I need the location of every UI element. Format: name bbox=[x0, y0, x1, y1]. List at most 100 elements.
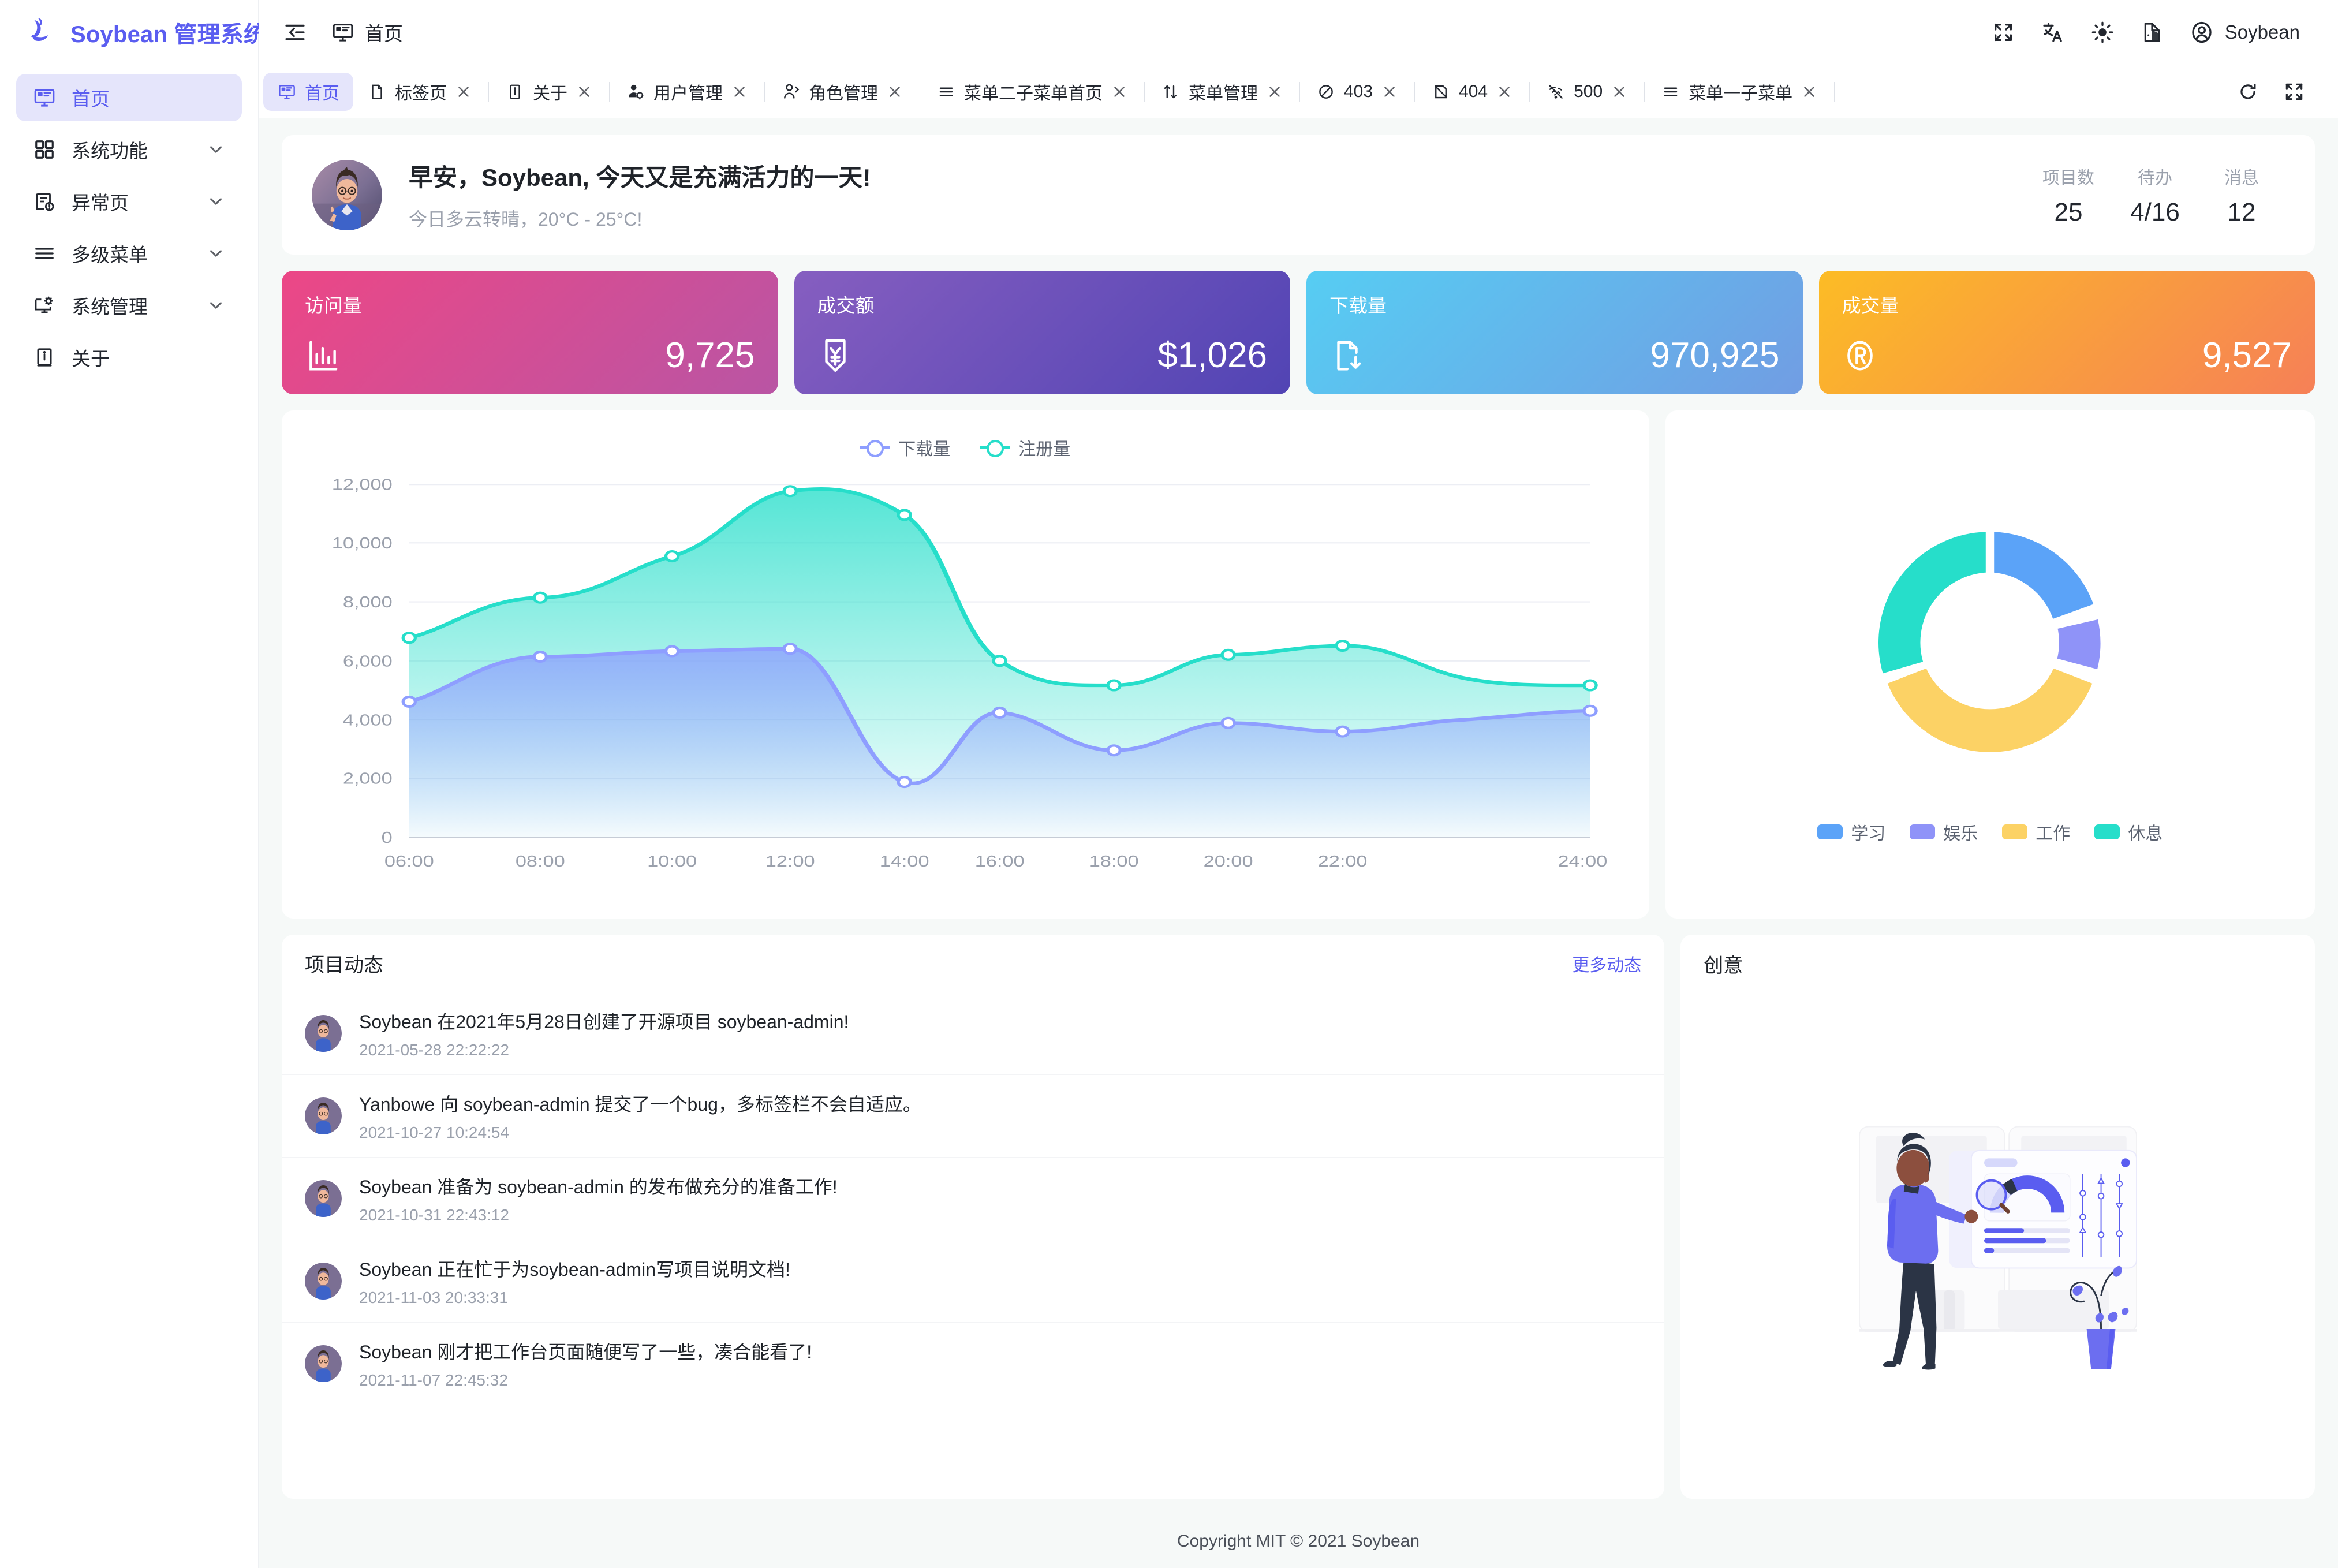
legend-item-entertainment[interactable]: 娱乐 bbox=[1910, 819, 1978, 845]
more-news-link[interactable]: 更多动态 bbox=[1572, 951, 1641, 976]
no-signal-icon bbox=[1546, 82, 1566, 102]
list-item[interactable]: Yanbowe 向 soybean-admin 提交了一个bug，多标签栏不会自… bbox=[282, 1075, 1665, 1158]
close-icon[interactable] bbox=[1611, 83, 1628, 100]
content-area: 早安，Soybean, 今天又是充满活力的一天! 今日多云转晴，20°C - 2… bbox=[259, 118, 2338, 1568]
forbidden-icon bbox=[1316, 82, 1336, 102]
monitor-icon bbox=[277, 82, 297, 102]
close-icon[interactable] bbox=[886, 83, 903, 100]
fullscreen-icon[interactable] bbox=[1982, 12, 2024, 53]
list-item[interactable]: Soybean 刚才把工作台页面随便写了一些，凑合能看了! 2021-11-07… bbox=[282, 1323, 1664, 1405]
project-news-card: 项目动态 更多动态 Soybean 在2021年5月28日创建了开源项目 soy… bbox=[282, 935, 1665, 1499]
sidebar-item-system-management[interactable]: 系统管理 bbox=[16, 282, 242, 329]
stat-todo: 待办 4/16 bbox=[2112, 163, 2198, 227]
stat-value: 12 bbox=[2227, 197, 2256, 226]
list-item[interactable]: Soybean 准备为 soybean-admin 的发布做充分的准备工作! 2… bbox=[282, 1158, 1665, 1240]
legend-item-rest[interactable]: 休息 bbox=[2094, 819, 2163, 845]
tab-500[interactable]: 500 bbox=[1532, 73, 1642, 111]
translate-icon[interactable] bbox=[2032, 12, 2074, 53]
list-item[interactable]: Soybean 正在忙于为soybean-admin写项目说明文档! 2021-… bbox=[282, 1240, 1665, 1323]
tab-404[interactable]: 404 bbox=[1417, 73, 1527, 111]
tab-separator bbox=[488, 81, 489, 102]
news-texts: Soybean 准备为 soybean-admin 的发布做充分的准备工作! 2… bbox=[359, 1173, 838, 1224]
legend-item-work[interactable]: 工作 bbox=[2002, 819, 2070, 845]
stat-card-downloads[interactable]: 下载量 970,925 bbox=[1306, 271, 1803, 394]
close-icon[interactable] bbox=[1111, 83, 1128, 100]
sidebar-item-system-features[interactable]: 系统功能 bbox=[16, 126, 242, 173]
chevron-down-icon bbox=[206, 140, 226, 159]
tab-menu-management[interactable]: 菜单管理 bbox=[1147, 73, 1297, 111]
theme-settings-icon[interactable] bbox=[2131, 12, 2173, 53]
stat-label: 待办 bbox=[2138, 168, 2172, 188]
chevron-down-icon bbox=[206, 244, 226, 263]
legend-item-registrations[interactable]: 注册量 bbox=[980, 435, 1070, 460]
tab-tags-page[interactable]: 标签页 bbox=[353, 73, 486, 111]
bar-chart-icon bbox=[305, 338, 341, 374]
project-news-header: 项目动态 更多动态 bbox=[282, 935, 1665, 992]
user-name-label: Soybean bbox=[2224, 21, 2300, 43]
tab-user-management[interactable]: 用户管理 bbox=[612, 73, 762, 111]
idea-title: 创意 bbox=[1704, 954, 1743, 977]
svg-text:06:00: 06:00 bbox=[384, 852, 434, 870]
sidebar-item-multilevel-menu[interactable]: 多级菜单 bbox=[16, 230, 242, 277]
stat-card-turnover[interactable]: 成交额 $1,026 bbox=[794, 271, 1290, 394]
legend-swatch bbox=[1817, 824, 1843, 839]
sidebar-item-about[interactable]: 关于 bbox=[16, 334, 242, 381]
news-text: Yanbowe 向 soybean-admin 提交了一个bug，多标签栏不会自… bbox=[359, 1094, 921, 1115]
stat-value: 4/16 bbox=[2130, 197, 2180, 226]
tab-menu2-sub-home[interactable]: 菜单二子菜单首页 bbox=[922, 73, 1142, 111]
sun-icon[interactable] bbox=[2082, 12, 2123, 53]
close-icon[interactable] bbox=[1496, 83, 1513, 100]
legend-item-downloads[interactable]: 下载量 bbox=[860, 435, 950, 460]
reload-icon[interactable] bbox=[2229, 73, 2266, 110]
donut-slice-entertainment[interactable] bbox=[2053, 616, 2104, 673]
menu-lines-icon bbox=[1661, 82, 1680, 102]
sidebar-item-home[interactable]: 首页 bbox=[16, 74, 242, 121]
close-icon[interactable] bbox=[731, 83, 748, 100]
news-timestamp: 2021-10-31 22:43:12 bbox=[359, 1206, 509, 1224]
tab-home[interactable]: 首页 bbox=[263, 72, 353, 111]
tab-role-management[interactable]: 角色管理 bbox=[767, 73, 917, 111]
donut-slice-study[interactable] bbox=[1991, 528, 2097, 623]
fullscreen-icon[interactable] bbox=[2276, 73, 2313, 110]
broken-page-icon bbox=[1431, 82, 1451, 102]
sort-icon bbox=[1161, 82, 1181, 102]
stat-card-visits[interactable]: 访问量 9,725 bbox=[282, 271, 778, 394]
legend-label: 休息 bbox=[2128, 824, 2163, 843]
donut-slice-rest[interactable] bbox=[1875, 528, 1989, 677]
stat-card-title: 成交量 bbox=[1842, 295, 1899, 316]
legend-item-study[interactable]: 学习 bbox=[1817, 819, 1885, 845]
user-gear-icon bbox=[626, 82, 645, 102]
money-down-icon bbox=[817, 338, 853, 374]
news-texts: Soybean 正在忙于为soybean-admin写项目说明文档! 2021-… bbox=[359, 1255, 790, 1307]
close-icon[interactable] bbox=[455, 83, 472, 100]
avatar bbox=[305, 1345, 342, 1382]
close-icon[interactable] bbox=[576, 83, 593, 100]
tab-403[interactable]: 403 bbox=[1302, 73, 1412, 111]
brand-logo[interactable]: Soybean 管理系统 bbox=[0, 0, 267, 65]
collapse-sidebar-icon[interactable] bbox=[278, 16, 312, 49]
news-timestamp: 2021-11-07 22:45:32 bbox=[359, 1371, 508, 1389]
topbar: 首页 Soybean bbox=[259, 0, 2338, 65]
svg-text:22:00: 22:00 bbox=[1318, 852, 1368, 870]
news-texts: Yanbowe 向 soybean-admin 提交了一个bug，多标签栏不会自… bbox=[359, 1090, 921, 1142]
sidebar: Soybean 管理系统 首页 系统功能 异常页 多级菜单 系统管理 关于 bbox=[0, 0, 267, 1568]
tabs-scroll-area[interactable]: 首页 标签页 关于 用户管理 角色管理 菜单二子菜单首页 菜单管理 403 40… bbox=[263, 65, 2216, 118]
topbar-actions: Soybean bbox=[1982, 12, 2313, 53]
list-item[interactable]: Soybean 在2021年5月28日创建了开源项目 soybean-admin… bbox=[282, 992, 1665, 1075]
sidebar-item-exception[interactable]: 异常页 bbox=[16, 178, 242, 225]
svg-text:12:00: 12:00 bbox=[765, 852, 815, 870]
sidebar-item-label: 系统功能 bbox=[72, 140, 148, 162]
user-menu[interactable]: Soybean bbox=[2181, 14, 2313, 51]
tab-menu1-sub[interactable]: 菜单一子菜单 bbox=[1647, 73, 1832, 111]
svg-text:16:00: 16:00 bbox=[975, 852, 1025, 870]
donut-slice-work[interactable] bbox=[1884, 664, 2096, 756]
close-icon[interactable] bbox=[1266, 83, 1283, 100]
tab-about[interactable]: 关于 bbox=[491, 73, 607, 111]
monitor-gear-icon bbox=[32, 293, 57, 318]
footer: Copyright MIT © 2021 Soybean bbox=[282, 1515, 2315, 1568]
svg-text:14:00: 14:00 bbox=[880, 852, 929, 870]
tab-separator bbox=[764, 81, 765, 102]
close-icon[interactable] bbox=[1801, 83, 1818, 100]
stat-card-deals[interactable]: 成交量 9,527 bbox=[1818, 271, 2315, 394]
close-icon[interactable] bbox=[1381, 83, 1398, 100]
